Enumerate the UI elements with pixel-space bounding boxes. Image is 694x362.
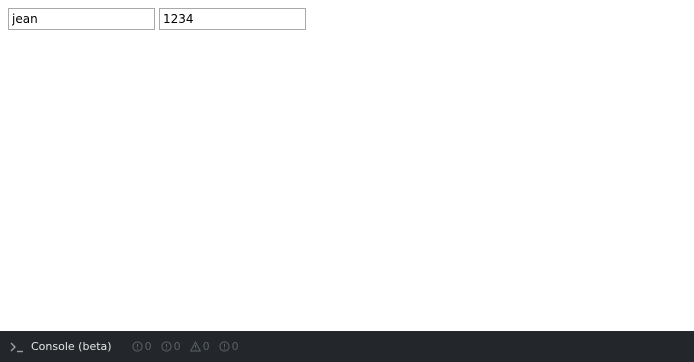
log-count: 0 bbox=[231, 340, 239, 353]
log-counter[interactable]: 0 bbox=[218, 340, 239, 353]
warning-icon bbox=[189, 341, 201, 352]
info-count: 0 bbox=[173, 340, 181, 353]
terminal-prompt-icon bbox=[10, 342, 23, 352]
info-icon bbox=[218, 341, 230, 352]
warning-counter[interactable]: 0 bbox=[189, 340, 210, 353]
console-bar: Console (beta) 0 0 0 0 bbox=[0, 331, 694, 362]
info-icon bbox=[160, 341, 172, 352]
error-count: 0 bbox=[144, 340, 152, 353]
warning-count: 0 bbox=[202, 340, 210, 353]
error-counter[interactable]: 0 bbox=[131, 340, 152, 353]
form-fields bbox=[8, 8, 306, 30]
console-toggle-button[interactable]: Console (beta) bbox=[10, 340, 112, 353]
page: Console (beta) 0 0 bbox=[0, 0, 694, 362]
console-counters: 0 0 0 0 bbox=[131, 340, 239, 353]
password-input[interactable] bbox=[159, 8, 306, 30]
info-counter[interactable]: 0 bbox=[160, 340, 181, 353]
console-label: Console (beta) bbox=[31, 340, 112, 353]
info-icon bbox=[131, 341, 143, 352]
username-input[interactable] bbox=[8, 8, 155, 30]
